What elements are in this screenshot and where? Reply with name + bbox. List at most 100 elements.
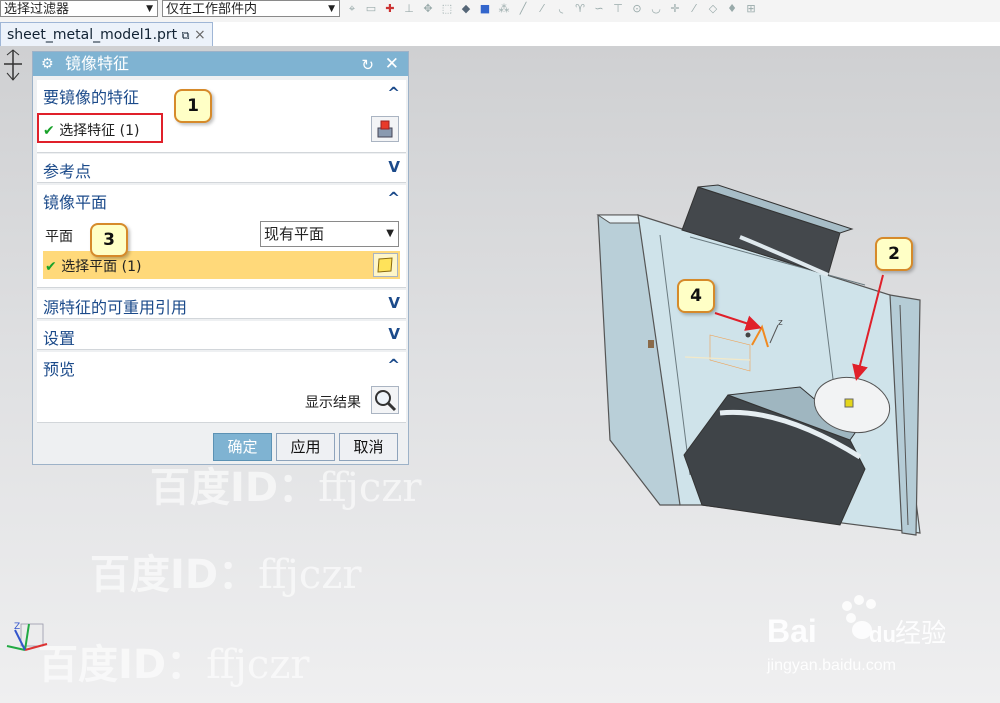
watermark: 百度ID：ffjczr — [150, 455, 422, 513]
watermark-prefix: 百度ID： — [90, 552, 259, 598]
crosshair-icon[interactable] — [2, 48, 24, 82]
model-point-marker — [844, 398, 854, 408]
center-icon[interactable]: ⊙ — [630, 2, 644, 16]
logo-bai: Bai — [767, 613, 817, 649]
tab-close-icon[interactable]: × — [194, 27, 206, 43]
select-icon[interactable]: ▭ — [364, 2, 378, 16]
mirror-feature-dialog: ⚙ 镜像特征 ↻ ✕ 要镜像的特征 ^ ✔ 选择特征 (1) 参考点 V 镜像平… — [32, 51, 409, 465]
section-preview: 预览 ^ 显示结果 — [37, 352, 406, 423]
chevron-up-icon[interactable]: ^ — [387, 356, 400, 374]
section-features: 要镜像的特征 ^ ✔ 选择特征 (1) — [37, 80, 406, 153]
face-icon[interactable]: ◇ — [706, 2, 720, 16]
chevron-down-icon: ▼ — [386, 228, 394, 239]
tab-label: sheet_metal_model1.prt — [7, 27, 178, 43]
plane-type-dropdown[interactable]: 现有平面 ▼ — [260, 221, 399, 247]
logo-du: du — [869, 622, 896, 647]
select-plane-text: ✔ 选择平面 (1) — [45, 256, 141, 276]
callout-2: 2 — [875, 237, 913, 271]
box-icon[interactable]: ⬚ — [440, 2, 454, 16]
close-icon[interactable]: ✕ — [385, 52, 399, 76]
watermark-prefix: 百度ID： — [150, 465, 319, 511]
toolbar-icon-group: ⌖ ▭ ✚ ⊥ ✥ ⬚ ◆ ■ ⁂ ╱ ⁄ ◟ ♈ ∽ ⊤ ⊙ ◡ ✛ ⁄ ◇ … — [345, 2, 758, 16]
existing-point-icon[interactable]: ⁄ — [687, 2, 701, 16]
model-tab-marker — [648, 340, 654, 348]
tab-bar: sheet_metal_model1.prt ⧉ × — [0, 22, 1000, 47]
grid-icon[interactable]: ⊞ — [744, 2, 758, 16]
view-icon[interactable]: ◆ — [459, 2, 473, 16]
callout-4: 4 — [677, 279, 715, 313]
plane-type-value: 现有平面 — [264, 225, 325, 243]
callout-3: 3 — [90, 223, 128, 257]
perpendicular-icon[interactable]: ⊤ — [611, 2, 625, 16]
pole-icon[interactable]: ♦ — [725, 2, 739, 16]
baidu-jingyan-logo: Bai du 经验 jingyan.baidu.com — [765, 590, 947, 684]
watermark-id: ffjczr — [258, 552, 362, 598]
plane-icon — [377, 257, 393, 273]
dialog-title-bar: ⚙ 镜像特征 ↻ ✕ — [33, 52, 408, 76]
baidu-logo-graphic: Bai du 经验 jingyan.baidu.com — [766, 595, 947, 674]
show-result-button[interactable] — [371, 386, 399, 414]
annotation-arrows — [714, 274, 884, 381]
section-settings-title[interactable]: 设置 — [43, 325, 75, 349]
tangent-icon[interactable]: ♈ — [573, 2, 587, 16]
plane-select-button[interactable] — [373, 253, 398, 277]
dialog-title: 镜像特征 — [65, 54, 130, 73]
line-icon[interactable]: ╱ — [516, 2, 530, 16]
scope-dropdown[interactable]: 仅在工作部件内 ▼ — [162, 0, 340, 17]
intersection-icon[interactable]: ✛ — [668, 2, 682, 16]
arc-icon[interactable]: ◟ — [554, 2, 568, 16]
triad-z-label: Z — [14, 622, 20, 632]
chevron-down-icon[interactable]: V — [388, 325, 400, 343]
chevron-down-icon[interactable]: V — [388, 158, 400, 176]
scope-value: 仅在工作部件内 — [166, 2, 258, 17]
chevron-down-icon[interactable]: V — [388, 294, 400, 312]
shade-icon[interactable]: ■ — [478, 2, 492, 16]
watermark-prefix: 百度ID： — [38, 642, 207, 688]
mid-point-icon[interactable]: ⁄ — [535, 2, 549, 16]
chevron-up-icon[interactable]: ^ — [387, 84, 400, 102]
section-features-title[interactable]: 要镜像的特征 — [43, 84, 139, 108]
arrow-4 — [714, 312, 762, 331]
magnifier-icon — [375, 390, 397, 412]
snap-icon[interactable]: ⌖ — [345, 2, 359, 16]
point-icon[interactable]: ✚ — [383, 2, 397, 16]
chevron-down-icon: ▼ — [328, 4, 335, 14]
section-ref-point-title[interactable]: 参考点 — [43, 158, 91, 182]
top-toolbar: 选择过滤器 ▼ 仅在工作部件内 ▼ ⌖ ▭ ✚ ⊥ ✥ ⬚ ◆ ■ ⁂ ╱ ⁄ … — [0, 0, 1000, 23]
section-settings: 设置 V — [37, 321, 406, 350]
feature-select-button[interactable] — [371, 116, 399, 142]
end-point-icon[interactable]: ⁂ — [497, 2, 511, 16]
move-icon[interactable]: ✥ — [421, 2, 435, 16]
reset-icon[interactable]: ↻ — [361, 53, 374, 77]
arrow-2 — [852, 274, 884, 381]
watermark-id: ffjczr — [318, 465, 422, 511]
curve-icon[interactable]: ∽ — [592, 2, 606, 16]
filter-icon[interactable]: ⊥ — [402, 2, 416, 16]
selection-filter-dropdown[interactable]: 选择过滤器 ▼ — [0, 0, 158, 17]
gear-icon[interactable]: ⚙ — [41, 52, 54, 76]
section-ref-point: 参考点 V — [37, 154, 406, 183]
tab-sheet-metal-model[interactable]: sheet_metal_model1.prt ⧉ × — [0, 22, 213, 47]
section-preview-title[interactable]: 预览 — [43, 356, 75, 380]
show-result-label: 显示结果 — [305, 395, 361, 411]
section-reusable: 源特征的可重用引用 V — [37, 290, 406, 319]
pin-icon[interactable]: ⧉ — [182, 29, 190, 42]
chevron-down-icon: ▼ — [146, 4, 153, 14]
red-highlight-frame — [37, 113, 163, 143]
watermark: 百度ID：ffjczr — [90, 542, 362, 600]
feature-icon — [377, 120, 393, 138]
watermark-id: ffjczr — [206, 642, 310, 688]
selection-filter-value: 选择过滤器 — [4, 2, 70, 17]
watermark: 百度ID：ffjczr — [38, 632, 310, 690]
logo-url: jingyan.baidu.com — [766, 657, 896, 674]
select-plane-label: 选择平面 (1) — [61, 259, 142, 275]
check-icon: ✔ — [45, 259, 57, 275]
logo-jingyan: 经验 — [895, 619, 945, 649]
chevron-up-icon[interactable]: ^ — [387, 189, 400, 207]
quadrant-icon[interactable]: ◡ — [649, 2, 663, 16]
plane-label: 平面 — [45, 229, 73, 245]
section-mirror-plane-title[interactable]: 镜像平面 — [43, 189, 107, 213]
callout-1: 1 — [174, 89, 212, 123]
section-reusable-title[interactable]: 源特征的可重用引用 — [43, 294, 187, 318]
view-triad-icon[interactable]: Z — [5, 618, 55, 663]
